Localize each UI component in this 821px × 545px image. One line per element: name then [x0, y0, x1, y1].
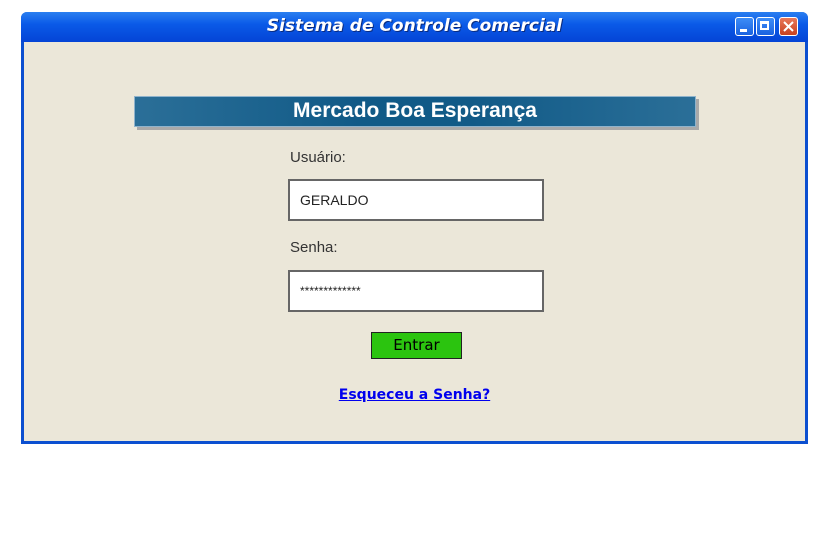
close-icon[interactable]	[779, 17, 798, 36]
password-label: Senha:	[290, 239, 338, 256]
user-input[interactable]	[288, 179, 544, 221]
maximize-icon[interactable]	[756, 17, 775, 36]
window-title: Sistema de Controle Comercial	[266, 16, 563, 36]
login-button[interactable]: Entrar	[371, 332, 462, 359]
title-bar[interactable]: Sistema de Controle Comercial	[21, 12, 808, 42]
store-name-banner: Mercado Boa Esperança	[134, 96, 696, 127]
minimize-icon[interactable]	[735, 17, 754, 36]
password-input[interactable]	[288, 270, 544, 312]
forgot-password-link[interactable]: Esqueceu a Senha?	[24, 387, 805, 403]
user-label: Usuário:	[290, 149, 346, 166]
app-window: Sistema de Controle Comercial Mercado Bo…	[21, 12, 808, 444]
